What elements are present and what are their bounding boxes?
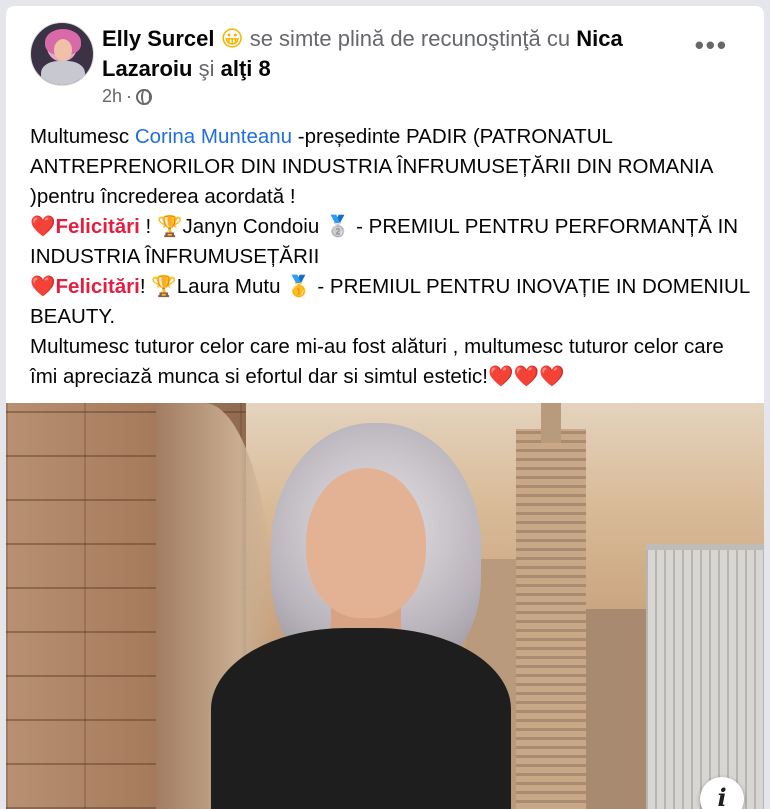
others-link[interactable]: alţi 8 xyxy=(221,56,271,81)
author-avatar[interactable] xyxy=(30,22,94,86)
feeling-emoji: 😀 xyxy=(220,26,244,51)
time-separator: · xyxy=(126,86,133,106)
closing-text: Multumesc tuturor celor care mi-au fost … xyxy=(30,335,724,388)
medal-icon: 🥇 xyxy=(286,275,312,298)
background-building xyxy=(586,609,651,809)
background-building xyxy=(646,544,764,809)
heart-icon: ❤️ xyxy=(30,215,56,238)
and-text: şi xyxy=(198,56,215,81)
post-headline: Elly Surcel 😀 se simte plină de recunoşt… xyxy=(102,24,692,84)
feeling-text: se simte plină de recunoştinţă cu xyxy=(249,26,571,51)
heart-icon: ❤️ xyxy=(30,275,56,298)
felicitari-label: Felicitări xyxy=(55,215,140,238)
avatar-face xyxy=(54,39,72,61)
person-body xyxy=(211,628,511,809)
post-meta: 2h · xyxy=(102,86,153,107)
trophy-icon: 🏆 xyxy=(156,215,183,238)
text-sep: ! xyxy=(139,215,157,238)
post-time[interactable]: 2h xyxy=(102,86,122,107)
felicitari-label: Felicitări xyxy=(55,275,140,298)
medal-icon: 🥈 xyxy=(324,215,351,238)
avatar-body xyxy=(41,61,85,85)
more-options-icon[interactable]: ••• xyxy=(695,30,728,61)
skyscraper-spire xyxy=(541,403,561,443)
background-skyscraper xyxy=(516,429,586,809)
author-name[interactable]: Elly Surcel xyxy=(102,26,215,51)
text-sep: ! xyxy=(139,275,152,298)
award-name: Janyn Condoiu xyxy=(182,215,325,238)
person-face xyxy=(306,468,426,618)
post-card: Elly Surcel 😀 se simte plină de recunoşt… xyxy=(6,6,764,809)
text-thanks: Multumesc xyxy=(30,125,135,148)
post-text: Multumesc Corina Munteanu -președinte PA… xyxy=(30,122,750,392)
post-photo[interactable]: i xyxy=(6,403,764,809)
hearts-icon: ❤️❤️❤️ xyxy=(488,365,565,388)
mention-link[interactable]: Corina Munteanu xyxy=(135,125,292,148)
trophy-icon: 🏆 xyxy=(151,275,177,298)
globe-icon[interactable] xyxy=(136,88,153,105)
award-name: Laura Mutu xyxy=(176,275,287,298)
